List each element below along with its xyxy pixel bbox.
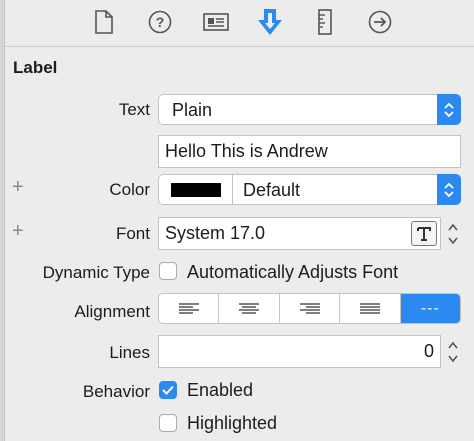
color-label: Color — [109, 180, 150, 199]
font-label: Font — [115, 224, 150, 243]
dynamic-type-checkbox-label: Automatically Adjusts Font — [187, 262, 399, 282]
svg-text:?: ? — [156, 14, 165, 30]
align-right-icon[interactable] — [280, 294, 341, 323]
dynamic-type-label: Dynamic Type — [42, 263, 150, 282]
font-field[interactable]: System 17.0 — [158, 217, 441, 250]
font-size-stepper[interactable] — [446, 218, 460, 249]
align-natural-icon[interactable]: --- — [400, 294, 460, 323]
attributes-icon[interactable] — [255, 7, 285, 37]
add-variation-icon[interactable]: + — [12, 176, 24, 199]
text-content-field[interactable]: Hello This is Andrew — [158, 135, 461, 168]
color-swatch-well[interactable] — [159, 175, 233, 204]
color-popup[interactable]: Default — [158, 174, 461, 205]
checkmark-icon — [162, 385, 174, 395]
enabled-checkbox[interactable] — [159, 381, 177, 399]
text-type-value: Plain — [172, 100, 213, 120]
file-icon[interactable] — [89, 7, 119, 37]
align-left-icon[interactable] — [159, 294, 220, 323]
alignment-segmented-control[interactable]: --- — [158, 293, 461, 324]
lines-label: Lines — [109, 343, 150, 362]
text-label: Text — [118, 100, 150, 119]
alignment-label: Alignment — [74, 302, 150, 321]
identity-icon[interactable] — [201, 7, 231, 37]
align-justified-icon[interactable] — [340, 294, 401, 323]
help-icon[interactable]: ? — [145, 7, 175, 37]
add-variation-icon[interactable]: + — [12, 220, 24, 243]
lines-stepper[interactable] — [446, 336, 460, 367]
font-value: System 17.0 — [165, 223, 266, 243]
color-value: Default — [243, 180, 301, 200]
align-center-icon[interactable] — [219, 294, 280, 323]
font-picker-icon[interactable] — [411, 221, 437, 246]
text-type-popup[interactable]: Plain — [158, 94, 461, 125]
color-swatch — [170, 182, 221, 197]
behavior-label: Behavior — [82, 382, 150, 401]
chevron-updown-icon — [437, 174, 461, 205]
inspector-toolbar: ? — [5, 0, 474, 47]
enabled-checkbox-label: Enabled — [187, 380, 254, 400]
panel-divider — [0, 0, 5, 441]
connections-icon[interactable] — [365, 7, 395, 37]
chevron-updown-icon — [437, 94, 461, 125]
section-title: Label — [13, 58, 58, 77]
dynamic-type-checkbox[interactable] — [159, 262, 177, 280]
lines-field[interactable]: 0 — [158, 335, 441, 368]
size-icon[interactable] — [310, 7, 340, 37]
highlighted-checkbox[interactable] — [159, 414, 177, 432]
highlighted-checkbox-label: Highlighted — [187, 413, 278, 433]
